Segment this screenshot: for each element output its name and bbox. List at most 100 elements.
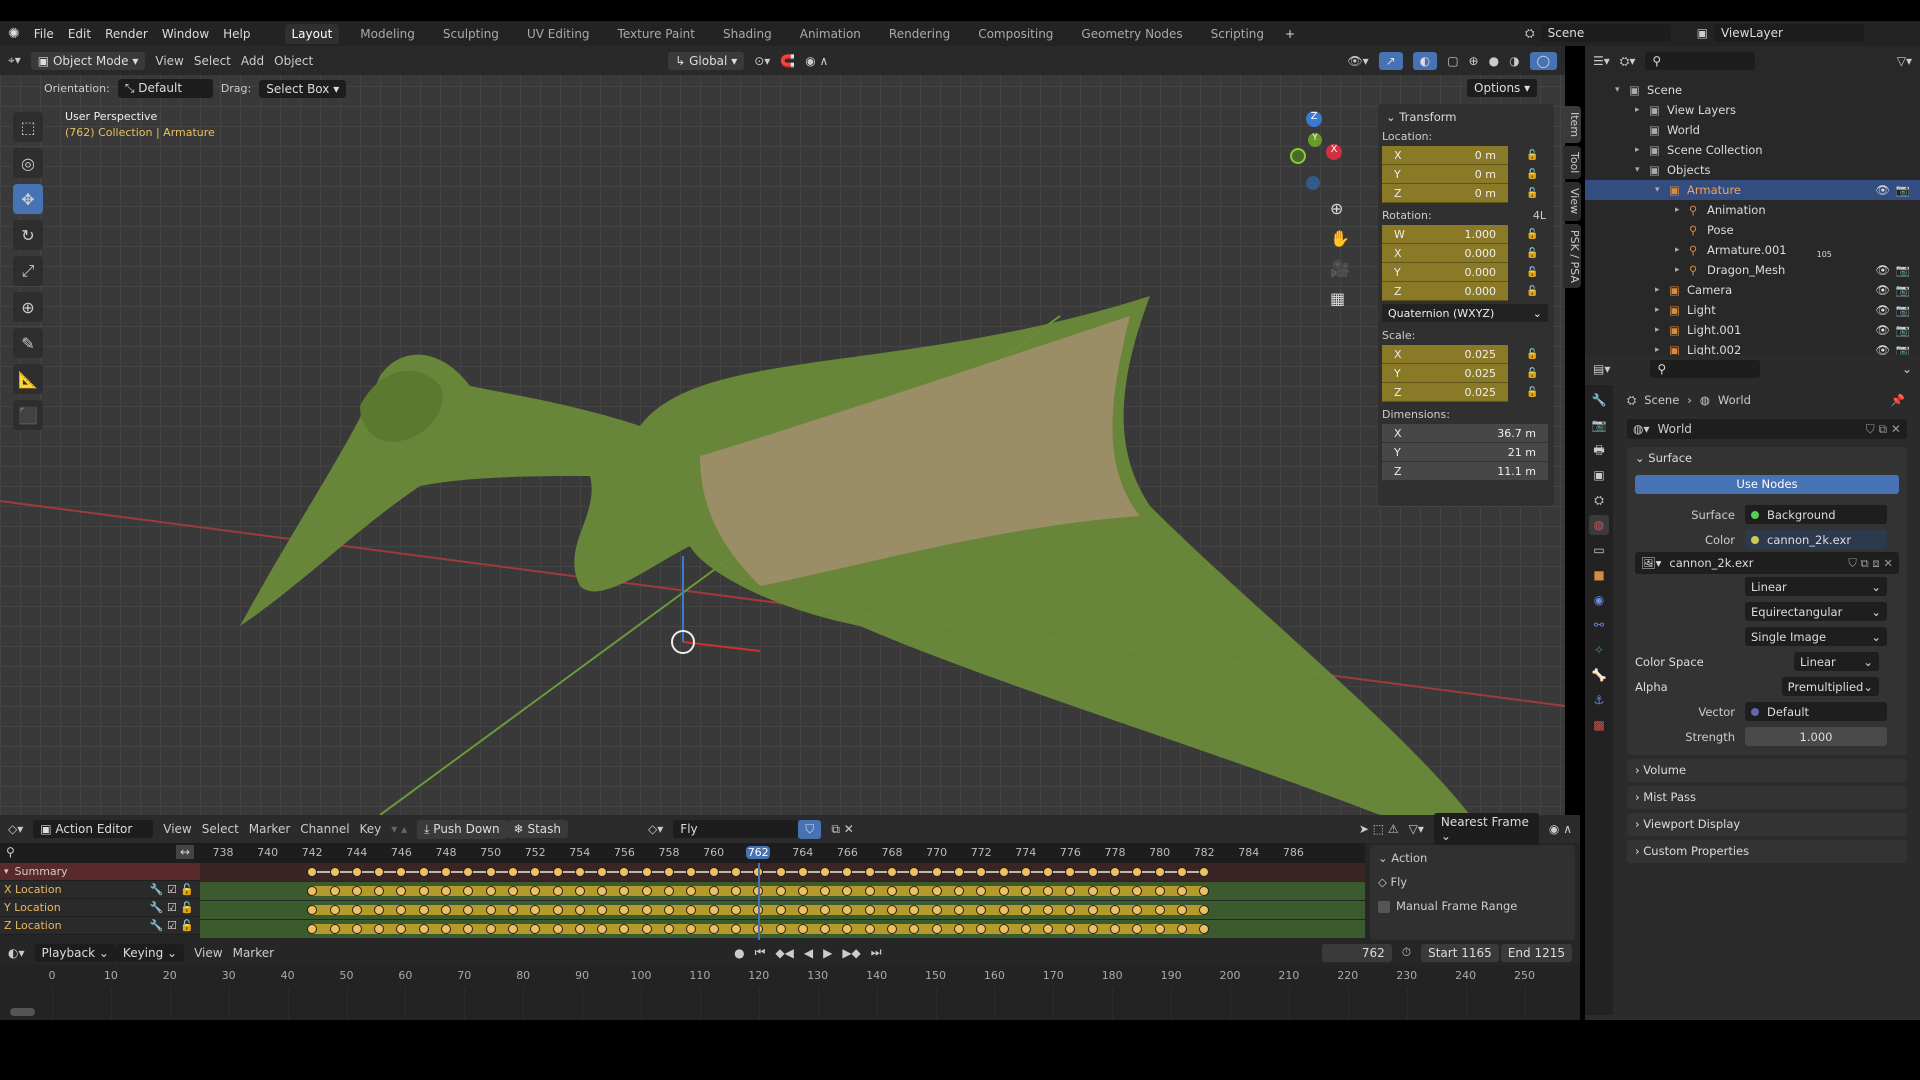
annotate-tool-icon[interactable]: ✎ xyxy=(13,328,43,358)
sync-icon[interactable]: ↔ xyxy=(175,845,194,859)
tab-texture-paint[interactable]: Texture Paint xyxy=(611,24,702,44)
editor-type-icon[interactable]: ⌖▾ xyxy=(8,53,21,68)
layer-arrows-icon[interactable]: ▾ ▴ xyxy=(391,822,407,836)
source-select[interactable]: Single Image ⌄ xyxy=(1745,627,1887,646)
outliner-item[interactable]: ⚲ Pose xyxy=(1585,220,1920,240)
keyframe[interactable] xyxy=(351,924,362,934)
render-camera-icon[interactable]: 📷 xyxy=(1896,263,1910,277)
action-menu-marker[interactable]: Marker xyxy=(249,822,290,836)
keyframe[interactable] xyxy=(574,886,585,896)
current-frame-field[interactable]: 762 xyxy=(1321,943,1392,962)
alpha-select[interactable]: Premultiplied ⌄ xyxy=(1781,677,1879,696)
viewport-menu-add[interactable]: Add xyxy=(241,54,264,68)
proportional-edit-icon[interactable]: ◉ ∧ xyxy=(805,54,828,68)
push-down-button[interactable]: ⤓ Push Down xyxy=(417,819,507,839)
zoom-icon[interactable]: ⊕ xyxy=(1330,194,1350,224)
output-tab-icon[interactable]: 🖶 xyxy=(1589,440,1609,460)
world-tab-icon[interactable]: ◍ xyxy=(1589,515,1609,535)
expand-arrow-icon[interactable]: ▸ xyxy=(1655,305,1669,315)
editor-type-icon[interactable]: ▤▾ xyxy=(1593,362,1610,376)
channel-toggles-icon[interactable]: 🔧 ☑ 🔓 xyxy=(150,919,194,932)
constraints-tab-icon[interactable]: ⚯ xyxy=(1589,615,1609,635)
keyframe[interactable] xyxy=(1154,924,1165,934)
gizmo-toggle-icon[interactable]: ↗ xyxy=(1378,51,1403,70)
scene-selector[interactable]: ⛭ Scene ▣ ViewLayer xyxy=(1525,24,1864,42)
keyframe[interactable] xyxy=(1110,867,1120,877)
stash-button[interactable]: ❄ Stash xyxy=(506,820,569,838)
outliner-item[interactable]: ▸ ⚲ Armature.001 105 xyxy=(1585,240,1920,260)
visibility-eye-icon[interactable]: 👁 xyxy=(1875,263,1890,277)
visibility-eye-icon[interactable]: 👁 xyxy=(1875,323,1890,337)
lock-icon[interactable]: 🔓 xyxy=(1526,286,1538,297)
menu-window[interactable]: Window xyxy=(162,27,209,41)
keyframe[interactable] xyxy=(1020,905,1031,915)
visibility-eye-icon[interactable]: 👁 xyxy=(1875,303,1890,317)
keyframe[interactable] xyxy=(641,905,652,915)
keyframe[interactable] xyxy=(351,886,362,896)
physics-tab-icon[interactable]: ◉ xyxy=(1589,590,1609,610)
rotation-mode-select[interactable]: Quaternion (WXYZ) ⌄ xyxy=(1382,304,1548,323)
viewport-menu-view[interactable]: View xyxy=(155,54,183,68)
keyframe[interactable] xyxy=(574,867,585,877)
select-box-tool-icon[interactable]: ⬚ xyxy=(13,112,43,142)
shading-wireframe-icon[interactable]: ⊕ xyxy=(1469,54,1479,68)
tool-tab-icon[interactable]: 🔧 xyxy=(1589,390,1609,410)
add-workspace-button[interactable]: + xyxy=(1285,27,1295,41)
end-frame-field[interactable]: End 1215 xyxy=(1500,943,1572,962)
start-frame-field[interactable]: Start 1165 xyxy=(1421,943,1499,962)
keyframe[interactable] xyxy=(507,867,518,877)
playhead[interactable] xyxy=(758,863,761,940)
rotation-y-field[interactable]: Y 0.000 xyxy=(1382,263,1508,282)
keyframe[interactable] xyxy=(552,867,563,877)
object-tab-icon[interactable]: ■ xyxy=(1589,565,1609,585)
visibility-eye-icon[interactable]: 👁 xyxy=(1875,183,1890,197)
shading-solid-icon[interactable]: ● xyxy=(1489,54,1499,68)
keyframe[interactable] xyxy=(664,867,674,877)
keyframe[interactable] xyxy=(418,905,429,915)
shading-material-icon[interactable]: ◑ xyxy=(1509,54,1519,68)
world-name[interactable]: World xyxy=(1658,422,1692,436)
scale-x-field[interactable]: X 0.025 xyxy=(1382,345,1508,364)
lock-icon[interactable]: 🔓 xyxy=(1526,229,1538,240)
pivot-icon[interactable]: ⊙▾ xyxy=(754,54,770,68)
keyframe[interactable] xyxy=(329,905,340,915)
keyframe[interactable] xyxy=(708,905,719,915)
keyframe[interactable] xyxy=(351,905,362,915)
panel-custom-properties[interactable]: › Custom Properties xyxy=(1627,840,1907,863)
keyframe[interactable] xyxy=(708,867,719,877)
jump-start-icon[interactable]: ⏮ xyxy=(755,945,766,960)
action-menu-select[interactable]: Select xyxy=(202,822,239,836)
keyframe[interactable] xyxy=(730,924,741,934)
keyframe[interactable] xyxy=(1176,867,1187,877)
keyframe[interactable] xyxy=(953,905,964,915)
gizmo-y[interactable]: Y xyxy=(1308,133,1322,147)
shading-rendered-icon[interactable]: ◯ xyxy=(1529,51,1557,70)
keyframe[interactable] xyxy=(931,905,942,915)
channel-toggles-icon[interactable]: 🔧 ☑ 🔓 xyxy=(150,901,194,914)
gizmo-neg-z[interactable] xyxy=(1306,176,1320,190)
channel-row[interactable]: Y Location 🔧 ☑ 🔓 xyxy=(0,899,200,917)
lock-icon[interactable]: 🔓 xyxy=(1526,169,1538,180)
visibility-icon[interactable]: 👁▾ xyxy=(1347,54,1368,68)
expand-arrow-icon[interactable]: ▾ xyxy=(1655,185,1669,195)
keyframe[interactable] xyxy=(797,924,808,934)
keyframe[interactable] xyxy=(797,905,808,915)
keyframe[interactable] xyxy=(441,867,451,877)
render-camera-icon[interactable]: 📷 xyxy=(1896,303,1910,317)
keyframe[interactable] xyxy=(998,905,1009,915)
transform-orientation-select[interactable]: ↳ Global ▾ xyxy=(668,51,745,70)
keyframe[interactable] xyxy=(574,924,585,934)
tab-tool[interactable]: Tool xyxy=(1563,146,1581,180)
keyframe[interactable] xyxy=(1154,905,1165,915)
xray-icon[interactable]: ▢ xyxy=(1447,54,1458,68)
lock-icon[interactable]: 🔓 xyxy=(1526,248,1538,259)
keyframe[interactable] xyxy=(485,905,496,915)
keyframe[interactable] xyxy=(887,924,897,934)
keyframe[interactable] xyxy=(1020,867,1031,877)
tab-item[interactable]: Item xyxy=(1563,106,1581,144)
projection-select[interactable]: Equirectangular ⌄ xyxy=(1745,602,1887,621)
lock-icon[interactable]: 🔓 xyxy=(1526,368,1538,379)
outliner-item[interactable]: ▸ ⚲ Dragon_Mesh 👁 📷 xyxy=(1585,260,1920,280)
timeline-ruler[interactable]: 0 10 20 30 40 50 60 70 80 90 100 110 120 130 140 150 160… xyxy=(0,965,1580,1020)
tab-shading[interactable]: Shading xyxy=(716,24,779,44)
